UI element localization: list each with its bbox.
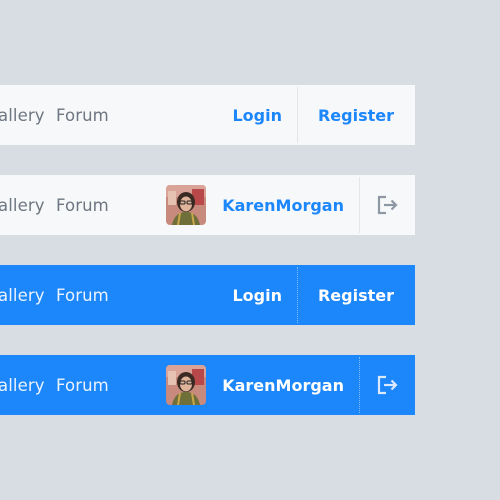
nav-link-gallery[interactable]: allery	[0, 376, 45, 395]
navbar-blue-logged-in: allery Forum KarenMorgan	[0, 355, 415, 415]
user-photo-avatar-icon	[166, 365, 207, 405]
nav-link-forum[interactable]: Forum	[56, 376, 109, 395]
nav-link-gallery[interactable]: allery	[0, 196, 45, 215]
nav-link-forum[interactable]: Forum	[56, 196, 109, 215]
navbar-variants-canvas: allery Forum Login Register allery Forum	[0, 0, 500, 500]
navbar-blue-logged-out: allery Forum Login Register	[0, 265, 415, 325]
navbar-light-logged-out: allery Forum Login Register	[0, 85, 415, 145]
nav-link-forum[interactable]: Forum	[56, 106, 109, 125]
avatar[interactable]	[166, 365, 207, 405]
logout-icon	[377, 375, 398, 395]
register-button[interactable]: Register	[318, 286, 394, 305]
nav-link-gallery[interactable]: allery	[0, 286, 45, 305]
user-menu[interactable]: KarenMorgan	[166, 365, 359, 405]
user-photo-avatar-icon	[166, 185, 207, 225]
avatar[interactable]	[166, 185, 207, 225]
auth-area: Login Register	[232, 85, 415, 145]
register-button[interactable]: Register	[318, 106, 394, 125]
logout-icon	[377, 195, 398, 215]
user-area: KarenMorgan	[166, 355, 415, 415]
username[interactable]: KarenMorgan	[222, 376, 344, 395]
username[interactable]: KarenMorgan	[222, 196, 344, 215]
login-button[interactable]: Login	[232, 286, 282, 305]
nav-link-forum[interactable]: Forum	[56, 286, 109, 305]
navbar-light-logged-in: allery Forum KarenMorgan	[0, 175, 415, 235]
auth-area: Login Register	[232, 265, 415, 325]
user-area: KarenMorgan	[166, 175, 415, 235]
login-button[interactable]: Login	[232, 106, 282, 125]
user-menu[interactable]: KarenMorgan	[166, 185, 359, 225]
nav-link-gallery[interactable]: allery	[0, 106, 45, 125]
logout-button[interactable]	[360, 355, 415, 415]
logout-button[interactable]	[360, 175, 415, 235]
